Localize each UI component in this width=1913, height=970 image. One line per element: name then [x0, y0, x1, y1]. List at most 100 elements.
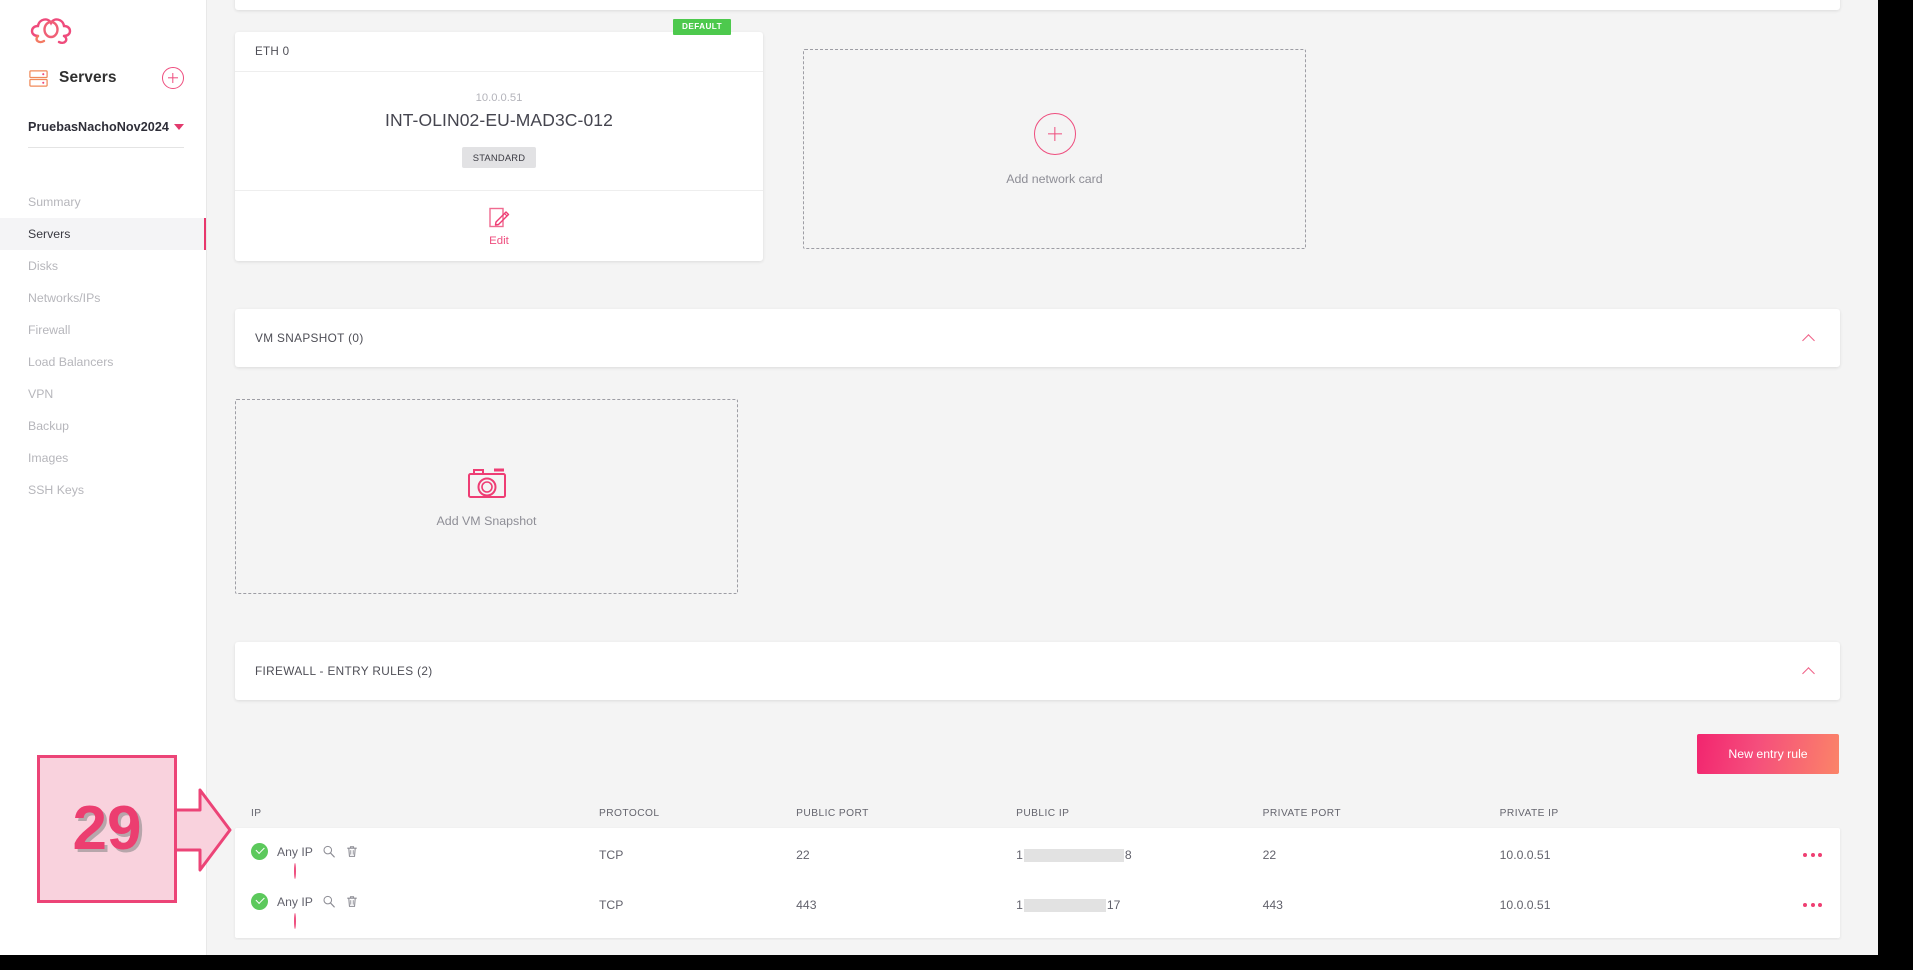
rule-ip-value: Any IP: [277, 894, 313, 909]
network-cards-row: DEFAULT ETH 0 10.0.0.51 INT-OLIN02-EU-MA…: [235, 19, 1840, 261]
eth0-card-body: 10.0.0.51 INT-OLIN02-EU-MAD3C-012 STANDA…: [235, 72, 763, 191]
trash-icon[interactable]: [345, 844, 359, 859]
firewall-title: FIREWALL - ENTRY RULES (2): [255, 664, 433, 678]
project-selector[interactable]: PruebasNachoNov2024: [28, 120, 184, 148]
rule-protocol: TCP: [598, 848, 624, 862]
brand-logo[interactable]: [0, 0, 206, 58]
right-arrow-callout-icon: [170, 788, 232, 872]
eth0-ip: 10.0.0.51: [475, 92, 523, 104]
table-body: Any IP TCP 22 1 8 22 10.0.0.51 Any IP TCP 443 1 17 4…: [235, 828, 1840, 938]
previous-section-card-clipped: [235, 0, 1840, 10]
rule-actions-cell: [1744, 893, 1840, 910]
rule-private-ip: 10.0.0.51: [1499, 848, 1551, 862]
sidebar-item-ssh-keys[interactable]: SSH Keys: [0, 474, 206, 506]
application-window: Servers PruebasNachoNov2024 Summary Serve…: [0, 0, 1878, 955]
screenshot-root: Servers PruebasNachoNov2024 Summary Serve…: [0, 0, 1913, 970]
sidebar-servers-header: Servers: [0, 58, 206, 98]
sidebar-item-servers[interactable]: Servers: [0, 218, 206, 250]
annotation-callout-29: 29: [37, 755, 177, 903]
sidebar-item-firewall[interactable]: Firewall: [0, 314, 206, 346]
chevron-up-icon[interactable]: [1803, 334, 1816, 342]
server-rack-icon: [29, 69, 48, 87]
annotation-number: 29: [72, 794, 142, 863]
sidebar-item-label: Servers: [28, 227, 71, 241]
add-server-button[interactable]: [162, 67, 184, 89]
rule-actions-cell: [1744, 843, 1840, 860]
caret-down-icon: [174, 124, 184, 130]
rule-ip-bottom: [251, 863, 599, 879]
eth0-edit-action[interactable]: Edit: [235, 191, 763, 261]
sidebar-item-label: SSH Keys: [28, 483, 85, 497]
sidebar-item-label: VPN: [28, 387, 54, 401]
new-entry-rule-button[interactable]: New entry rule: [1697, 734, 1839, 774]
sidebar-item-label: Backup: [28, 419, 70, 433]
edit-pencil-icon: [489, 207, 510, 228]
public-ip-prefix: 1: [1016, 848, 1023, 862]
firewall-actions: New entry rule: [235, 734, 1840, 774]
rule-ip-value: Any IP: [277, 844, 313, 859]
table-header-row: IP PROTOCOL PUBLIC PORT PUBLIC IP PRIVAT…: [235, 798, 1840, 828]
column-header-private-ip: PRIVATE IP: [1499, 807, 1559, 819]
rule-ip-bottom: [251, 913, 599, 929]
eth0-network-name: INT-OLIN02-EU-MAD3C-012: [385, 110, 613, 130]
public-ip-prefix: 1: [1016, 898, 1023, 912]
plus-circle-icon[interactable]: [294, 863, 296, 879]
rule-ip-top: Any IP: [251, 843, 599, 860]
add-vm-snapshot-label: Add VM Snapshot: [436, 513, 537, 528]
redaction-block: [1023, 848, 1124, 862]
sidebar-item-label: Load Balancers: [28, 355, 114, 369]
sidebar-item-backup[interactable]: Backup: [0, 410, 206, 442]
sidebar-item-disks[interactable]: Disks: [0, 250, 206, 282]
column-header-public-port: PUBLIC PORT: [796, 807, 869, 819]
column-header-public-ip: PUBLIC IP: [1016, 807, 1070, 819]
sidebar-item-summary[interactable]: Summary: [0, 186, 206, 218]
sidebar-item-label: Images: [28, 451, 69, 465]
sidebar-nav: Summary Servers Disks Networks/IPs Firewall L…: [0, 186, 206, 506]
sidebar-item-networks-ips[interactable]: Networks/IPs: [0, 282, 206, 314]
add-network-card-label: Add network card: [1006, 171, 1103, 186]
table-row[interactable]: Any IP TCP 22 1 8 22 10.0.0.51: [235, 828, 1840, 879]
more-dots-icon[interactable]: [1803, 903, 1822, 907]
standard-tag: STANDARD: [461, 147, 537, 168]
vm-snapshot-section-header[interactable]: VM SNAPSHOT (0): [235, 309, 1840, 367]
check-circle-icon: [251, 893, 268, 910]
magnifier-icon[interactable]: [322, 894, 336, 909]
plus-circle-icon[interactable]: [294, 913, 296, 929]
sidebar-item-label: Firewall: [28, 323, 71, 337]
public-ip-suffix: 8: [1124, 848, 1132, 862]
magnifier-icon[interactable]: [322, 844, 336, 859]
add-network-card-dropzone[interactable]: Add network card: [803, 49, 1306, 249]
default-badge: DEFAULT: [673, 19, 731, 35]
rule-public-ip: 18: [1016, 843, 1263, 862]
check-circle-icon: [251, 843, 268, 860]
firewall-rules-table: IP PROTOCOL PUBLIC PORT PUBLIC IP PRIVAT…: [235, 798, 1840, 938]
sidebar-item-vpn[interactable]: VPN: [0, 378, 206, 410]
more-dots-icon[interactable]: [1803, 853, 1822, 857]
trash-icon[interactable]: [345, 894, 359, 909]
rule-private-port: 443: [1262, 898, 1283, 912]
bottom-strip: [0, 940, 1878, 955]
chevron-up-icon[interactable]: [1803, 667, 1816, 675]
sidebar-item-images[interactable]: Images: [0, 442, 206, 474]
redacted-public-ip: 1 17: [1016, 898, 1120, 912]
cloud-logo-icon: [30, 18, 72, 44]
add-vm-snapshot-dropzone[interactable]: Add VM Snapshot: [235, 399, 738, 594]
rule-private-port: 22: [1262, 848, 1277, 862]
vm-snapshot-title: VM SNAPSHOT (0): [255, 331, 364, 345]
rule-protocol: TCP: [598, 898, 624, 912]
rule-ip-top: Any IP: [251, 893, 599, 910]
main-content: DEFAULT ETH 0 10.0.0.51 INT-OLIN02-EU-MA…: [207, 0, 1878, 955]
sidebar-title: Servers: [59, 69, 117, 86]
firewall-section-header[interactable]: FIREWALL - ENTRY RULES (2): [235, 642, 1840, 700]
plus-circle-icon: [1033, 112, 1076, 155]
column-header-protocol: PROTOCOL: [598, 807, 660, 819]
eth0-card-title: ETH 0: [235, 32, 763, 72]
rule-public-ip: 1 17: [1016, 893, 1263, 912]
table-row[interactable]: Any IP TCP 443 1 17 443 10.0.0.51: [235, 878, 1840, 929]
sidebar-item-load-balancers[interactable]: Load Balancers: [0, 346, 206, 378]
sidebar-item-label: Networks/IPs: [28, 291, 101, 305]
rule-ip-cell: Any IP: [251, 843, 599, 879]
redacted-public-ip: 18: [1016, 848, 1132, 862]
column-header-private-port: PRIVATE PORT: [1262, 807, 1342, 819]
rule-ip-cell: Any IP: [251, 893, 599, 929]
